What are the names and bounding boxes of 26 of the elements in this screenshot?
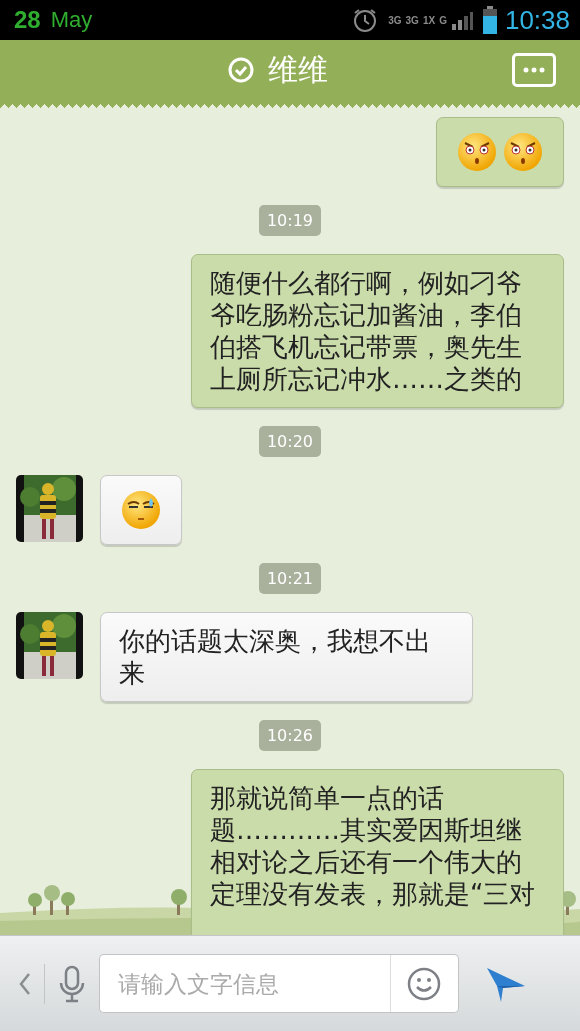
timestamp: 10:26 [258,720,322,751]
message-bubble: 那就说简单一点的话题…………其实爱因斯坦继相对论之后还有一个伟大的定理没有发表，那就是“三对 [191,769,564,935]
more-button[interactable] [512,53,556,87]
battery-icon [482,6,497,34]
timestamp: 10:19 [258,205,322,236]
chat-title: 维维 [268,50,328,89]
alarm-icon [352,7,379,33]
signal-icon [450,10,473,30]
emoji-icon [457,132,497,172]
timestamp: 10:21 [258,563,322,594]
network-label: G [439,14,447,26]
check-icon [228,57,254,83]
month-text: May [50,7,93,33]
microphone-button[interactable] [57,964,87,1003]
timestamp: 10:20 [258,426,322,457]
message-bubble: 你的话题太深奥，我想不出来 [100,612,473,702]
date-text: 28 [14,6,41,34]
network-label: 1X [422,14,436,26]
dots-icon [523,67,545,73]
emoji-icon [503,132,543,172]
emoji-icon [121,490,161,530]
network-label: 3G [405,14,419,26]
message-bubble: 随便什么都行啊，例如刁爷爷吃肠粉忘记加酱油，李伯伯搭飞机忘记带票，奥先生上厕所忘记冲水……之类的 [191,254,564,408]
microphone-icon [57,964,87,1003]
network-label: 3G [388,14,402,26]
clock-text: 10:38 [504,4,570,36]
